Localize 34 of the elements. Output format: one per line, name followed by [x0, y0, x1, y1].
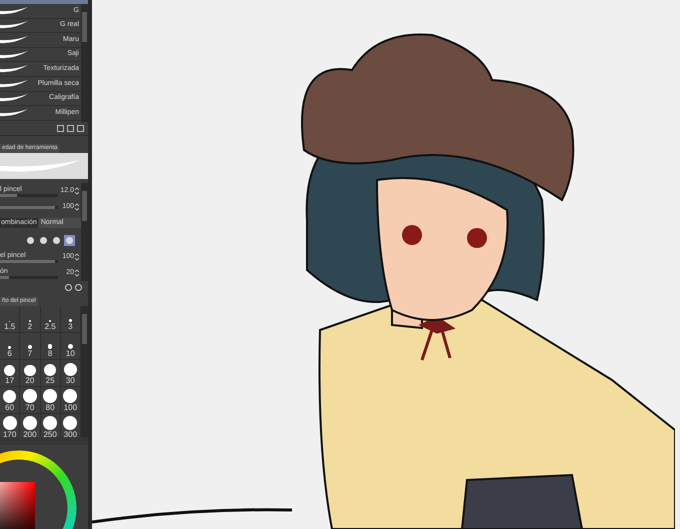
brush-tip-option[interactable] — [38, 234, 49, 246]
scrollbar[interactable] — [81, 4, 88, 122]
brush-stroke-icon — [0, 50, 28, 60]
brush-stroke-icon — [0, 20, 28, 30]
brush-size-option[interactable]: 1.5 — [0, 306, 20, 333]
slider-track[interactable] — [0, 260, 58, 262]
brush-stroke-icon — [0, 93, 28, 104]
brush-stroke-icon — [0, 6, 28, 16]
scrollbar[interactable] — [81, 306, 88, 437]
spin-icon[interactable] — [75, 253, 79, 261]
brush-tip-option[interactable] — [64, 234, 75, 246]
brush-size-option[interactable]: 20 — [20, 360, 40, 387]
slider-track[interactable] — [0, 206, 58, 208]
brush-stroke-icon — [0, 78, 28, 89]
brush-size-option[interactable]: 7 — [20, 333, 40, 360]
brush-size-option[interactable]: 25 — [40, 360, 61, 387]
brush-size-option[interactable]: 6 — [0, 333, 20, 360]
brush-size-option[interactable]: 17 — [0, 360, 20, 387]
brush-stroke-icon — [0, 108, 28, 118]
spin-icon[interactable] — [75, 187, 79, 195]
spin-icon[interactable] — [75, 203, 79, 211]
brush-stroke-icon — [0, 64, 28, 74]
brush-size-option[interactable]: 8 — [40, 333, 61, 360]
brush-size-option[interactable]: 2.5 — [40, 306, 61, 333]
brush-size-option[interactable]: 80 — [40, 387, 61, 414]
brush-stroke-icon — [0, 34, 28, 45]
brush-size-option[interactable]: 60 — [0, 387, 20, 414]
spin-icon[interactable] — [75, 269, 79, 277]
brush-size-option[interactable]: 2 — [20, 306, 40, 333]
brush-tip-option[interactable] — [51, 234, 62, 246]
brush-tip-option[interactable] — [25, 234, 36, 246]
scrollbar[interactable] — [81, 183, 88, 281]
slider-track[interactable] — [0, 194, 58, 196]
brush-size-option[interactable]: 70 — [20, 387, 40, 414]
